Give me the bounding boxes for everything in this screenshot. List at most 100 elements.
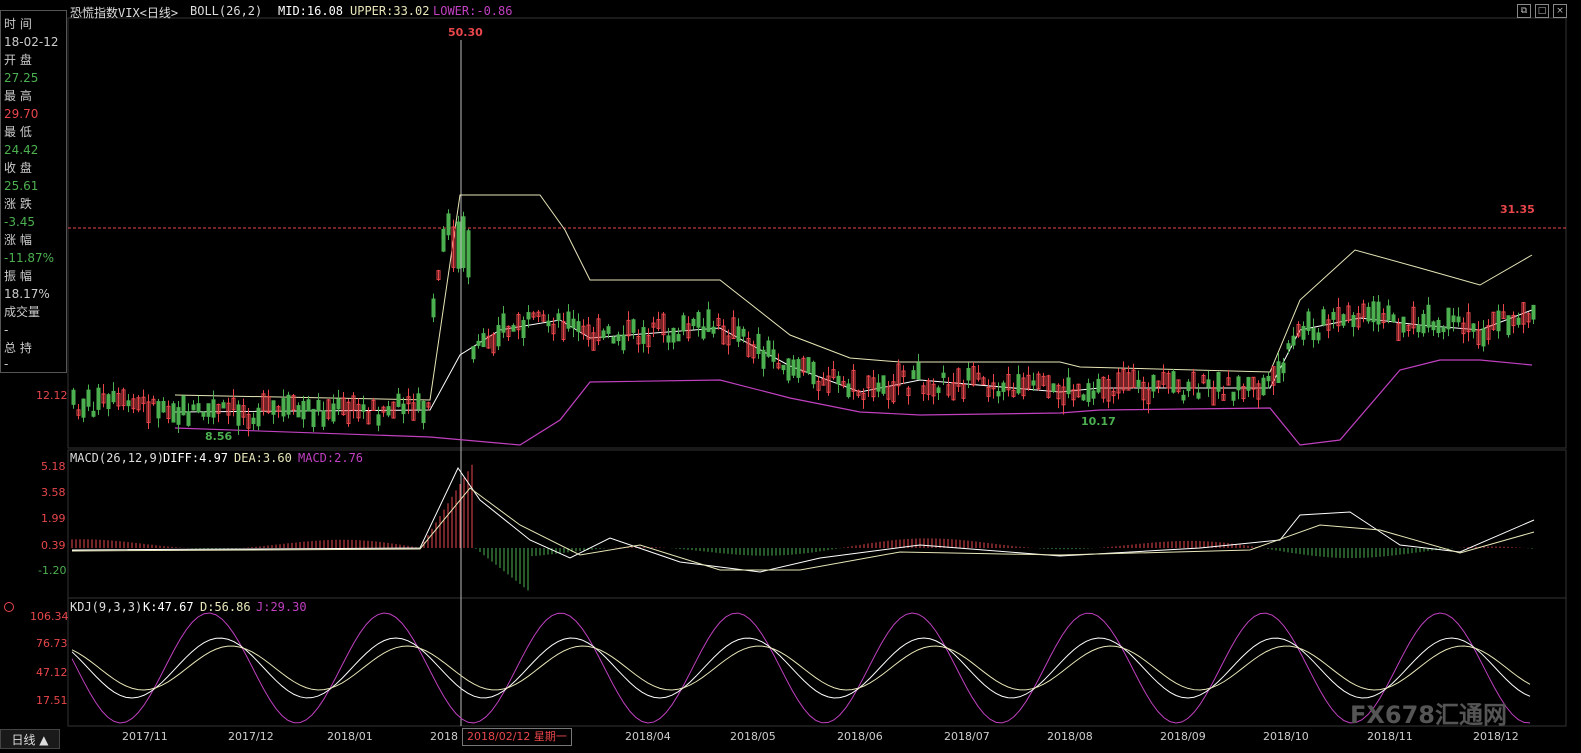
macd-axis-2: 3.58 (41, 486, 66, 499)
candle-body (701, 326, 706, 339)
macd-diff-line (71, 467, 1535, 573)
x-label: 2018/07 (944, 730, 990, 743)
candle-body (1261, 377, 1266, 396)
candle-body (96, 387, 101, 410)
candle-body (676, 333, 681, 342)
candle-body (556, 313, 561, 321)
close-value: 25.61 (4, 179, 39, 193)
candle-body (301, 400, 306, 420)
candle-body (156, 401, 161, 419)
candle-body (1276, 361, 1281, 384)
macd-axis-3: 1.99 (41, 512, 66, 525)
candle-body (1446, 307, 1451, 330)
chart-canvas[interactable] (0, 0, 1581, 753)
candle-body (501, 313, 506, 333)
candle-body (81, 398, 86, 418)
candle-body (1306, 311, 1311, 331)
chart-title: 恐慌指数VIX<日线> (70, 6, 179, 20)
candle-body (1351, 314, 1356, 328)
candle-body (1321, 309, 1326, 326)
candle-body (386, 406, 391, 416)
candle-body (881, 375, 886, 394)
candle-body (1436, 319, 1441, 334)
candle-body (161, 400, 166, 413)
pct-value: -11.87% (4, 251, 55, 265)
candle-body (106, 394, 111, 410)
candle-body (1096, 378, 1101, 393)
candle-body (1291, 335, 1296, 346)
restore-icon[interactable]: ⧉ (1517, 4, 1531, 18)
boll-mid-value: MID:16.08 (278, 4, 344, 18)
candle-body (401, 403, 406, 415)
candle-body (236, 404, 241, 426)
candle-body (1481, 328, 1486, 347)
candle-body (1456, 316, 1461, 323)
kdj-axis-1: 106.34 (30, 610, 69, 623)
candle-body (1441, 326, 1446, 333)
candle-body (1001, 382, 1006, 392)
candle-body (111, 390, 116, 403)
candle-body (176, 407, 181, 425)
kdj-settings-icon[interactable] (4, 602, 14, 612)
candle-body (1421, 313, 1426, 334)
candle-body (71, 389, 76, 405)
maximize-icon[interactable]: □ (1535, 4, 1549, 18)
candle-body (376, 414, 381, 426)
x-label: 2018/09 (1160, 730, 1206, 743)
candle-body (456, 221, 461, 269)
candle-body (681, 315, 686, 332)
high-annotation: 50.30 (448, 26, 483, 39)
candle-body (1471, 323, 1476, 332)
candle-body (1331, 311, 1336, 320)
candle-body (606, 326, 611, 334)
amp-value: 18.17% (4, 287, 50, 301)
candle-body (1016, 374, 1021, 394)
candle-body (761, 349, 766, 369)
candle-body (566, 311, 571, 329)
kdj-d-line (71, 645, 1531, 691)
candle-body (1066, 377, 1071, 395)
x-label: 2018/10 (1263, 730, 1309, 743)
macd-value: MACD:2.76 (298, 451, 364, 465)
kdj-pane-border (67, 597, 1567, 727)
kdj-axis-3: 47.12 (36, 666, 68, 679)
candle-body (476, 340, 481, 346)
time-value: 18-02-12 (4, 35, 59, 49)
candle-body (1266, 375, 1271, 382)
macd-dea-line (71, 487, 1535, 571)
candle-body (1051, 383, 1056, 392)
candle-body (576, 321, 581, 332)
candle-body (471, 346, 476, 360)
candle-body (1311, 327, 1316, 341)
candle-body (1181, 394, 1186, 401)
candle-body (336, 398, 341, 410)
candle-body (431, 298, 436, 318)
candle-body (1151, 374, 1156, 392)
boll-indicator-label[interactable]: BOLL(26,2) (190, 4, 262, 18)
candle-body (671, 327, 676, 343)
volume-label: 成交量 (4, 305, 41, 319)
candle-body (1401, 316, 1406, 333)
macd-header[interactable]: MACD(26,12,9) (70, 451, 164, 465)
kdj-d: D:56.86 (200, 600, 251, 614)
candle-body (441, 228, 446, 252)
high-value: 29.70 (4, 107, 39, 121)
candle-body (696, 312, 701, 328)
close-label: 收 盘 (4, 161, 32, 175)
x-label: 2018/06 (837, 730, 883, 743)
period-tab[interactable]: 日线 ▲ (0, 729, 60, 749)
candle-body (1496, 310, 1501, 332)
cursor-date-label: 2018/02/12 星期一 (462, 728, 572, 746)
candle-body (771, 349, 776, 362)
macd-pane-border (67, 449, 1567, 599)
close-icon[interactable]: × (1553, 4, 1567, 18)
candle-body (641, 327, 646, 344)
candle-body (316, 399, 321, 412)
candle-body (521, 320, 526, 339)
candle-body (306, 399, 311, 412)
kdj-j-line (71, 612, 1531, 724)
kdj-header[interactable]: KDJ(9,3,3) (70, 600, 142, 614)
open-label: 开 盘 (4, 53, 32, 67)
low-label: 最 低 (4, 125, 32, 139)
candle-body (1281, 362, 1286, 374)
